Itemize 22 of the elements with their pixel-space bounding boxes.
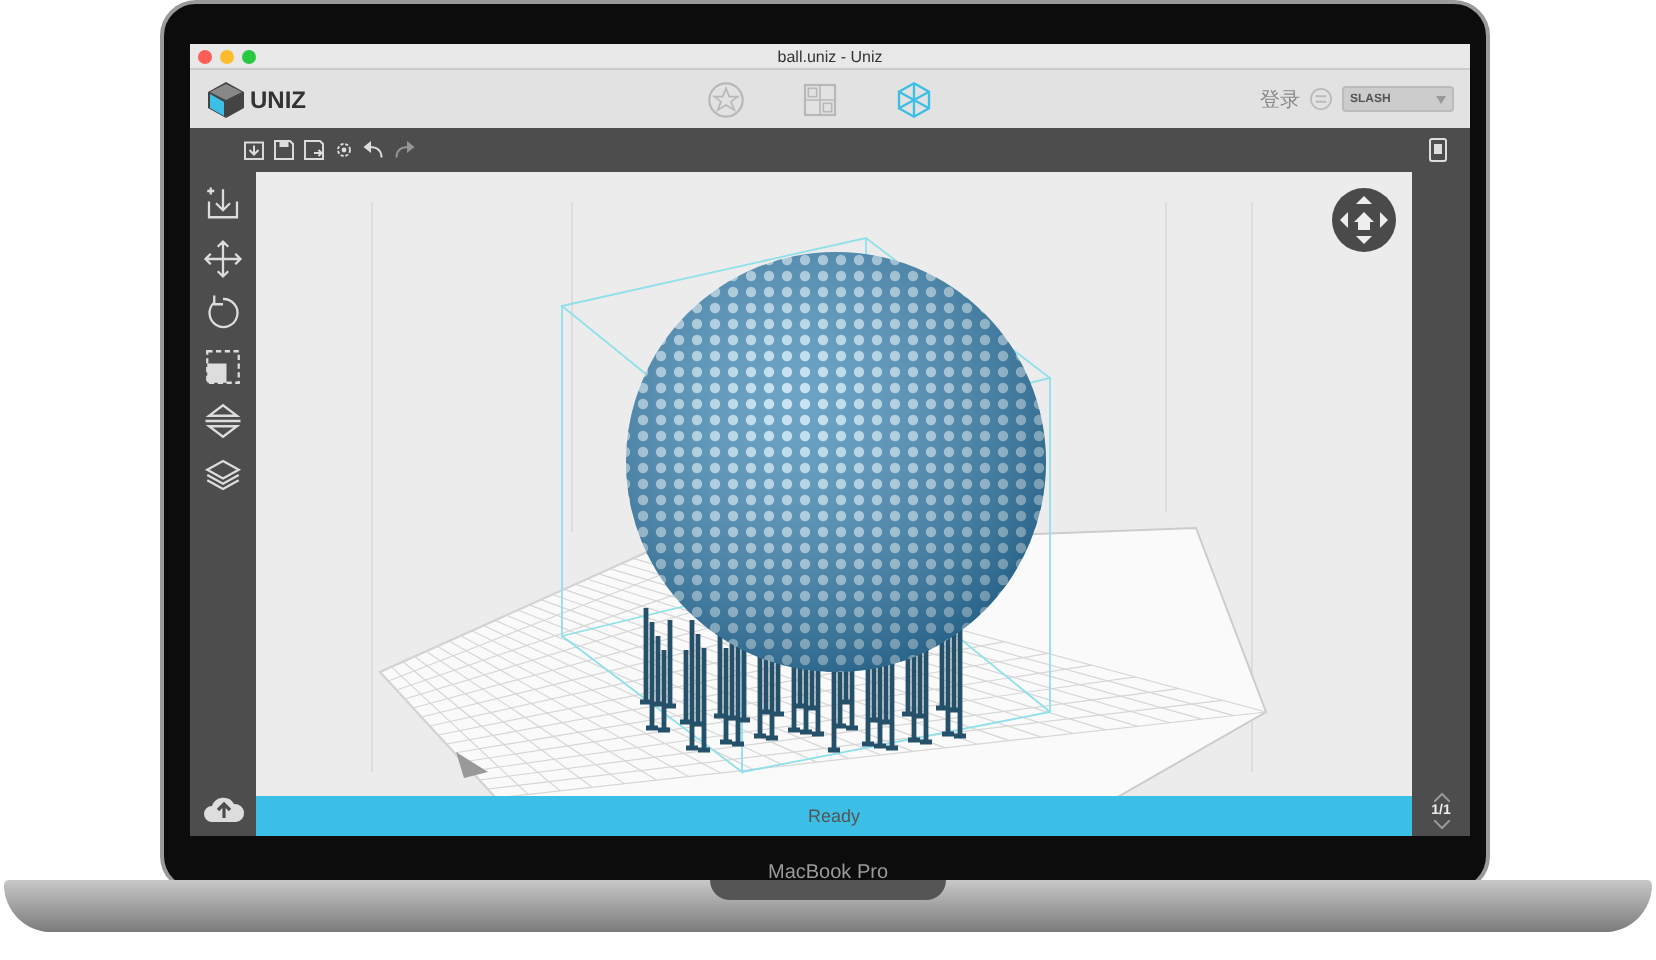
move-arrows-icon[interactable] [202,238,244,280]
settings-icon[interactable] [332,138,356,162]
logo-text: UNIZ [250,85,306,113]
navigation-control-icon[interactable] [1332,188,1396,252]
login-link[interactable]: 登录 [1260,85,1300,113]
window-title: ball.uniz - Uniz [777,47,883,65]
import-icon[interactable] [242,138,266,162]
undo-icon[interactable] [362,138,386,162]
chevron-up-icon[interactable] [1433,792,1449,802]
status-text: Ready [807,806,860,826]
save-icon[interactable] [272,138,296,162]
mirror-icon[interactable] [202,400,244,442]
rotate-icon[interactable] [202,292,244,334]
save-as-icon[interactable] [302,138,326,162]
device-label: MacBook Pro [767,862,889,884]
phone-icon[interactable] [1428,138,1448,162]
chevron-down-icon[interactable] [1433,820,1449,830]
layers-icon[interactable] [202,454,244,496]
caret-icon [1436,95,1446,103]
scale-icon[interactable] [202,346,244,388]
cloud-upload-icon[interactable] [201,792,245,824]
logo-icon [206,81,246,117]
